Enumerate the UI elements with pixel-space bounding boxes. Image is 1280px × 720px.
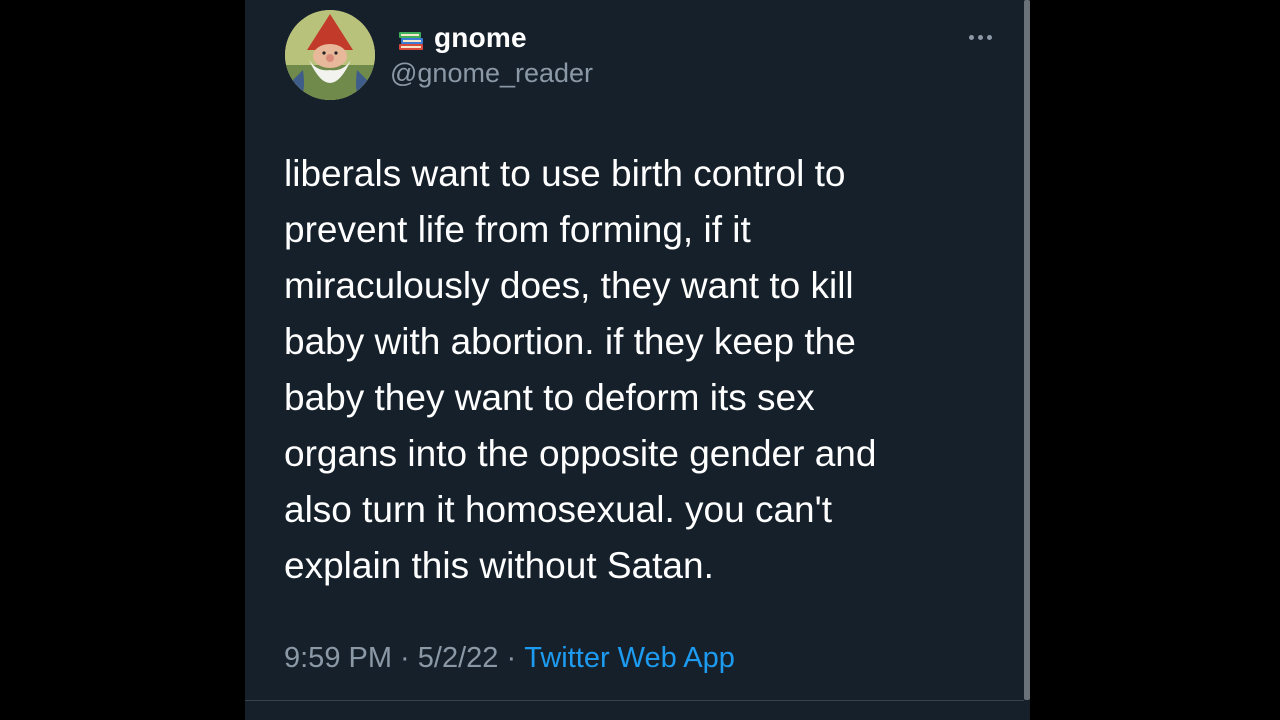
meta-separator: · <box>498 641 525 674</box>
avatar[interactable] <box>285 10 375 100</box>
more-horizontal-icon <box>968 34 974 40</box>
meta-separator: · <box>392 641 418 674</box>
scrollbar[interactable] <box>1024 0 1030 700</box>
more-horizontal-icon-dot <box>986 34 992 40</box>
tweet-metadata: 9:59 PM · 5/2/22 · Twitter Web App <box>284 638 735 678</box>
books-icon <box>399 32 423 50</box>
more-options-button[interactable] <box>960 24 1000 50</box>
author-display-name[interactable]: gnome <box>434 22 527 54</box>
divider <box>245 700 1024 701</box>
author-name-row[interactable]: gnome <box>396 18 527 58</box>
tweet-time[interactable]: 9:59 PM <box>284 642 392 675</box>
tweet-source-link[interactable]: Twitter Web App <box>524 642 735 675</box>
more-horizontal-icon-dot <box>977 34 983 40</box>
tweet-date[interactable]: 5/2/22 <box>418 642 499 675</box>
gnome-avatar-icon <box>285 10 375 100</box>
screenshot-stage: gnome @gnome_reader liberals want to use… <box>0 0 1280 720</box>
tweet-text: liberals want to use birth control to pr… <box>284 153 877 586</box>
author-handle[interactable]: @gnome_reader <box>390 58 593 89</box>
